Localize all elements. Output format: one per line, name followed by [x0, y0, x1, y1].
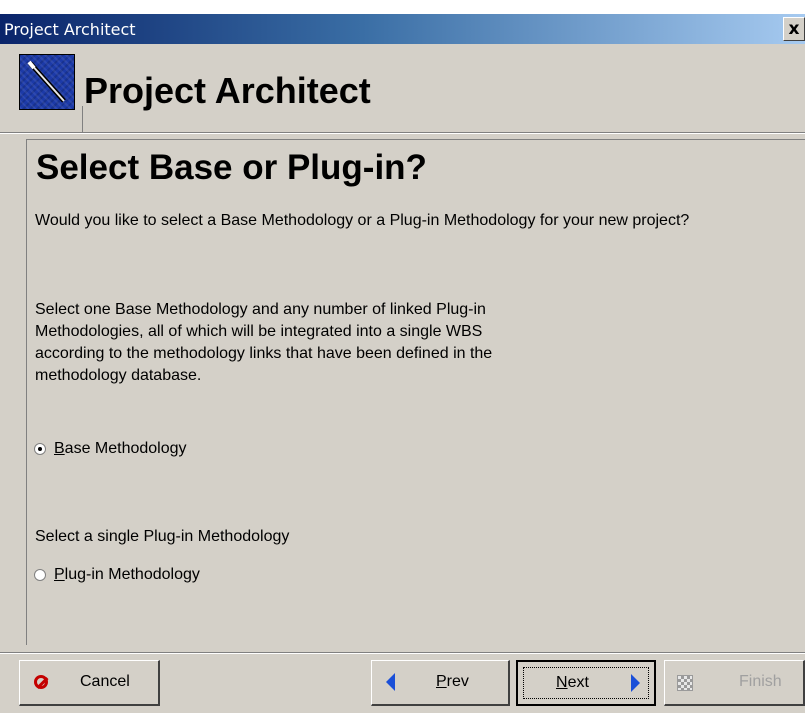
next-label-rest: ext: [567, 674, 589, 691]
cancel-icon: [34, 675, 48, 689]
base-label-rest: ase Methodology: [64, 440, 187, 457]
cancel-button[interactable]: Cancel: [19, 660, 160, 706]
base-methodology-label[interactable]: Base Methodology: [54, 440, 187, 458]
app-title: Project Architect: [84, 70, 371, 111]
finish-button[interactable]: Finish: [664, 660, 805, 706]
window-title: Project Architect: [4, 20, 136, 39]
base-methodology-option[interactable]: Base Methodology: [34, 438, 187, 460]
question-text: Would you like to select a Base Methodol…: [35, 212, 690, 229]
close-button[interactable]: x: [783, 17, 805, 41]
arrow-right-icon: [631, 674, 640, 692]
wand-icon: [19, 54, 75, 110]
wand-icon-graphic: [27, 60, 66, 103]
prev-button[interactable]: Prev: [371, 660, 510, 706]
prev-label-rest: rev: [446, 673, 469, 690]
base-accel-key: B: [54, 440, 65, 457]
base-methodology-radio[interactable]: [34, 443, 46, 455]
page-heading: Select Base or Plug-in?: [36, 148, 427, 187]
footer-divider: [0, 652, 805, 654]
plugin-accel-key: P: [54, 566, 65, 583]
next-label: Next: [556, 674, 589, 692]
prev-accel-key: P: [436, 673, 447, 690]
header-divider-vertical: [82, 106, 83, 134]
finish-label: Finish: [739, 673, 782, 690]
checkered-flag-icon: [677, 675, 693, 691]
wizard-header: Project Architect: [0, 44, 805, 134]
title-bar[interactable]: Project Architect x: [0, 14, 805, 44]
next-accel-key: N: [556, 674, 568, 691]
arrow-left-icon: [386, 673, 395, 691]
plugin-methodology-option[interactable]: Plug-in Methodology: [34, 564, 200, 586]
plugin-methodology-radio[interactable]: [34, 569, 46, 581]
base-description: Select one Base Methodology and any numb…: [35, 301, 493, 384]
header-divider: [0, 132, 805, 134]
plugin-methodology-label[interactable]: Plug-in Methodology: [54, 566, 200, 584]
plugin-label-rest: lug-in Methodology: [64, 566, 200, 583]
prev-label: Prev: [436, 673, 469, 691]
wizard-window: Project Architect x Project Architect Se…: [0, 0, 805, 713]
plugin-description: Select a single Plug-in Methodology: [35, 528, 290, 545]
cancel-label: Cancel: [80, 673, 130, 690]
top-strip: [0, 0, 805, 14]
next-button[interactable]: Next: [516, 660, 656, 706]
